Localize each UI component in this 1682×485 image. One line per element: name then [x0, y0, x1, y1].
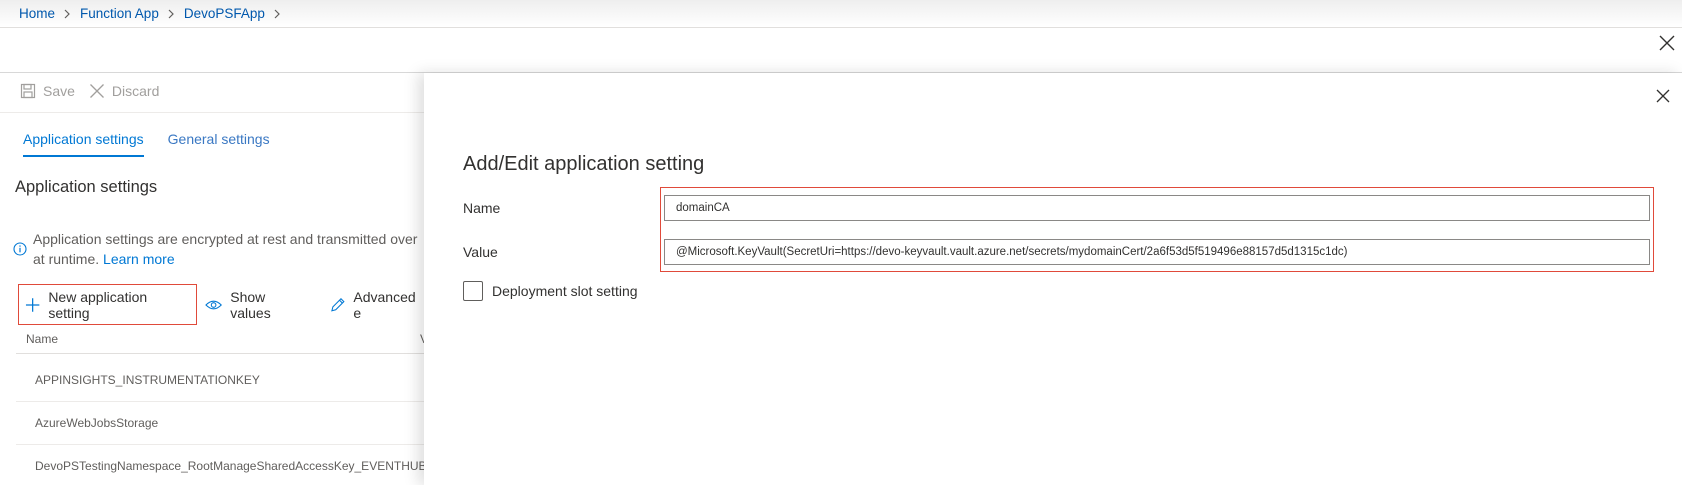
deployment-slot-checkbox[interactable] — [463, 281, 483, 301]
configuration-blade: Save Discard Application settings Genera… — [0, 73, 424, 485]
eye-icon — [205, 300, 223, 309]
plus-icon — [25, 297, 40, 312]
learn-more-link[interactable]: Learn more — [103, 251, 175, 267]
name-field[interactable] — [664, 195, 1650, 221]
discard-label: Discard — [111, 83, 160, 99]
settings-actions: New application setting Show values Adva… — [18, 284, 424, 325]
table-row[interactable]: APPINSIGHTS_INSTRUMENTATIONKEY — [16, 359, 424, 402]
breadcrumb: Home Function App DevoPSFApp — [0, 0, 1682, 28]
close-blade-icon[interactable] — [1658, 34, 1676, 52]
breadcrumb-devopsfapp[interactable]: DevoPSFApp — [184, 6, 265, 21]
panel-title: Add/Edit application setting — [463, 153, 705, 175]
table-header: Name V — [16, 332, 424, 354]
show-values-label: Show values — [230, 288, 271, 321]
value-label: Value — [463, 244, 498, 260]
table-row[interactable]: AzureWebJobsStorage — [16, 402, 424, 445]
settings-table: APPINSIGHTS_INSTRUMENTATIONKEY AzureWebJ… — [16, 359, 424, 485]
tab-general-settings[interactable]: General settings — [168, 131, 270, 157]
command-bar: Save Discard — [20, 83, 159, 99]
name-column-header[interactable]: Name — [26, 332, 58, 346]
discard-button[interactable]: Discard — [89, 83, 159, 99]
pencil-icon — [331, 297, 345, 311]
chevron-right-icon — [274, 9, 281, 19]
save-button[interactable]: Save — [20, 83, 75, 99]
value-field[interactable] — [664, 239, 1650, 265]
new-application-setting-button[interactable]: New application setting — [18, 284, 198, 325]
info-text-line-2: at runtime. — [33, 251, 100, 267]
discard-icon — [89, 84, 104, 98]
name-label: Name — [463, 200, 501, 216]
breadcrumb-function-app[interactable]: Function App — [80, 6, 159, 21]
show-values-button[interactable]: Show values — [205, 289, 306, 321]
breadcrumb-home[interactable]: Home — [19, 6, 55, 21]
table-row[interactable]: DevoPSTestingNamespace_RootManageSharedA… — [16, 445, 424, 485]
info-icon — [13, 241, 27, 269]
save-icon — [20, 83, 36, 99]
chevron-right-icon — [64, 9, 71, 19]
tab-application-settings[interactable]: Application settings — [23, 131, 144, 157]
save-label: Save — [43, 83, 75, 99]
info-text-line-1: Application settings are encrypted at re… — [33, 231, 418, 247]
deployment-slot-setting[interactable]: Deployment slot setting — [463, 281, 638, 301]
advanced-edit-button[interactable]: Advanced e — [330, 289, 424, 321]
advanced-edit-label: Advanced e — [353, 288, 416, 321]
new-application-setting-label: New application setting — [48, 288, 148, 321]
section-title: Application settings — [15, 178, 158, 196]
add-edit-setting-panel: Add/Edit application setting Name Value … — [424, 73, 1682, 485]
command-bar-divider — [0, 112, 424, 113]
close-panel-icon[interactable] — [1654, 87, 1672, 105]
settings-tabs: Application settings General settings — [23, 131, 270, 157]
deployment-slot-label: Deployment slot setting — [492, 283, 638, 299]
chevron-right-icon — [168, 9, 175, 19]
info-message: Application settings are encrypted at re… — [13, 229, 424, 269]
